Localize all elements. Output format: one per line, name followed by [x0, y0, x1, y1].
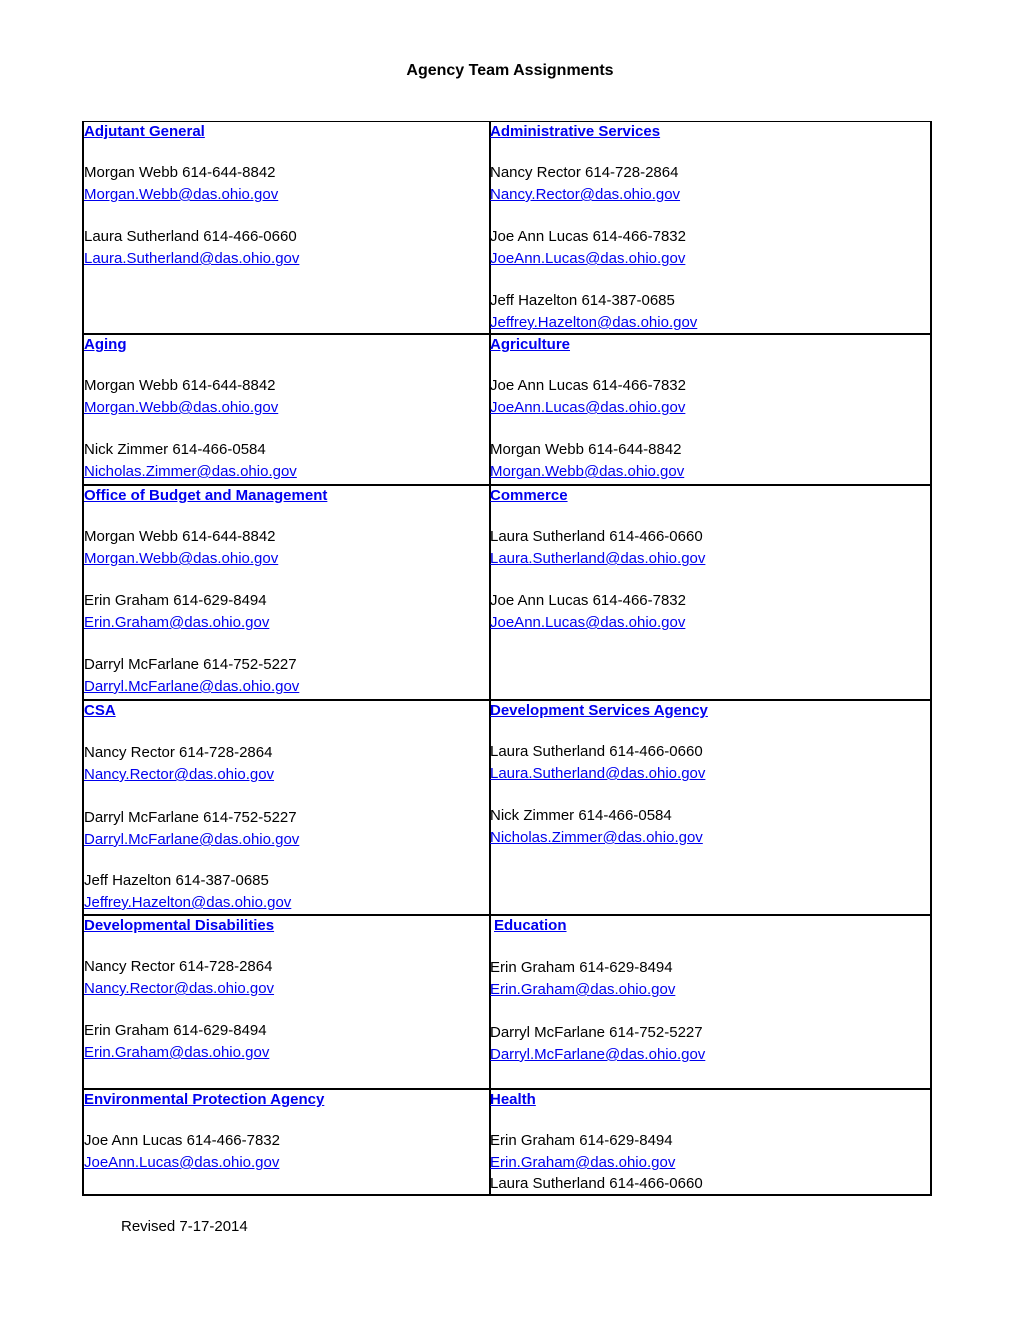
contact-name-phone: Nancy Rector 614-728-2864	[84, 744, 273, 761]
agency-link[interactable]: Development Services Agency	[490, 702, 708, 719]
contact-email-link[interactable]: Laura.Sutherland@das.ohio.gov	[490, 550, 705, 567]
agency-link[interactable]: Office of Budget and Management	[84, 487, 327, 504]
contact-name-phone: Joe Ann Lucas 614-466-7832	[490, 228, 686, 245]
agency-link[interactable]: Administrative Services	[490, 123, 660, 140]
contact-name-phone: Morgan Webb 614-644-8842	[84, 164, 276, 181]
contact-name-phone: Nancy Rector 614-728-2864	[84, 958, 273, 975]
revision-date: Revised 7-17-2014	[121, 1218, 248, 1235]
contact-email-link[interactable]: Darryl.McFarlane@das.ohio.gov	[490, 1046, 705, 1063]
contact-name-phone: Morgan Webb 614-644-8842	[84, 528, 276, 545]
agency-link[interactable]: Commerce	[490, 487, 568, 504]
agency-link[interactable]: Agriculture	[490, 336, 570, 353]
contact-name-phone: Erin Graham 614-629-8494	[84, 1022, 267, 1039]
agency-cell: Health Erin Graham 614-629-8494 Erin.Graha…	[490, 1090, 930, 1194]
agency-link[interactable]: Education	[494, 917, 567, 934]
contact-name-phone: Darryl McFarlane 614-752-5227	[84, 809, 297, 826]
agency-cell: Environmental Protection Agency Joe Ann L…	[84, 1090, 491, 1194]
contact-email-link[interactable]: JoeAnn.Lucas@das.ohio.gov	[84, 1154, 279, 1171]
contact-name-phone: Darryl McFarlane 614-752-5227	[490, 1024, 703, 1041]
contact-name-phone: Morgan Webb 614-644-8842	[84, 377, 276, 394]
contact-email-link[interactable]: Laura.Sutherland@das.ohio.gov	[490, 765, 705, 782]
contact-name-phone: Laura Sutherland 614-466-0660	[490, 743, 703, 760]
contact-email-link[interactable]: Nicholas.Zimmer@das.ohio.gov	[490, 829, 703, 846]
contact-email-link[interactable]: Erin.Graham@das.ohio.gov	[490, 1154, 675, 1171]
contact-name-phone: Laura Sutherland 614-466-0660	[490, 1175, 703, 1192]
contact-email-link[interactable]: JoeAnn.Lucas@das.ohio.gov	[490, 399, 685, 416]
contact-email-link[interactable]: Laura.Sutherland@das.ohio.gov	[84, 250, 299, 267]
contact-name-phone: Darryl McFarlane 614-752-5227	[84, 656, 297, 673]
contact-name-phone: Joe Ann Lucas 614-466-7832	[490, 592, 686, 609]
contact-email-link[interactable]: Erin.Graham@das.ohio.gov	[84, 1044, 269, 1061]
contact-name-phone: Jeff Hazelton 614-387-0685	[490, 292, 675, 309]
agency-link[interactable]: Environmental Protection Agency	[84, 1091, 324, 1108]
table-row: Adjutant General Morgan Webb 614-644-8842…	[82, 121, 932, 335]
contact-name-phone: Nick Zimmer 614-466-0584	[84, 441, 266, 458]
contact-name-phone: Jeff Hazelton 614-387-0685	[84, 872, 269, 889]
agency-cell: Adjutant General Morgan Webb 614-644-8842…	[84, 122, 491, 333]
contact-name-phone: Laura Sutherland 614-466-0660	[84, 228, 297, 245]
table-row: Developmental Disabilities Nancy Rector 6…	[82, 916, 932, 1090]
contact-name-phone: Erin Graham 614-629-8494	[490, 959, 673, 976]
contact-name-phone: Morgan Webb 614-644-8842	[490, 441, 682, 458]
contact-name-phone: Erin Graham 614-629-8494	[84, 592, 267, 609]
agency-cell: Education Erin Graham 614-629-8494 Erin.Gr…	[490, 916, 930, 1088]
contact-email-link[interactable]: JoeAnn.Lucas@das.ohio.gov	[490, 614, 685, 631]
contact-name-phone: Erin Graham 614-629-8494	[490, 1132, 673, 1149]
contact-email-link[interactable]: JoeAnn.Lucas@das.ohio.gov	[490, 250, 685, 267]
contact-email-link[interactable]: Morgan.Webb@das.ohio.gov	[84, 550, 278, 567]
agency-link[interactable]: Aging	[84, 336, 127, 353]
contact-email-link[interactable]: Darryl.McFarlane@das.ohio.gov	[84, 678, 299, 695]
contact-email-link[interactable]: Jeffrey.Hazelton@das.ohio.gov	[490, 314, 697, 331]
table-row: Office of Budget and Management Morgan We…	[82, 486, 932, 701]
agency-link[interactable]: CSA	[84, 702, 116, 719]
contact-email-link[interactable]: Morgan.Webb@das.ohio.gov	[84, 186, 278, 203]
agency-cell: Office of Budget and Management Morgan We…	[84, 486, 491, 699]
contact-email-link[interactable]: Darryl.McFarlane@das.ohio.gov	[84, 831, 299, 848]
assignments-table: Adjutant General Morgan Webb 614-644-8842…	[82, 121, 932, 1196]
contact-email-link[interactable]: Erin.Graham@das.ohio.gov	[84, 614, 269, 631]
contact-email-link[interactable]: Nicholas.Zimmer@das.ohio.gov	[84, 463, 297, 480]
agency-link[interactable]: Adjutant General	[84, 123, 205, 140]
contact-name-phone: Nancy Rector 614-728-2864	[490, 164, 679, 181]
table-row: Environmental Protection Agency Joe Ann L…	[82, 1090, 932, 1196]
contact-name-phone: Laura Sutherland 614-466-0660	[490, 528, 703, 545]
agency-cell: Commerce Laura Sutherland 614-466-0660 Lau…	[490, 486, 930, 699]
agency-cell: Development Services Agency Laura Sutherl…	[490, 701, 930, 914]
contact-email-link[interactable]: Nancy.Rector@das.ohio.gov	[84, 766, 274, 783]
page-title: Agency Team Assignments	[406, 62, 614, 79]
contact-name-phone: Nick Zimmer 614-466-0584	[490, 807, 672, 824]
table-row: Aging Morgan Webb 614-644-8842 Morgan.Webb…	[82, 335, 932, 486]
agency-link[interactable]: Health	[490, 1091, 536, 1108]
agency-cell: Aging Morgan Webb 614-644-8842 Morgan.Webb…	[84, 335, 491, 484]
contact-email-link[interactable]: Erin.Graham@das.ohio.gov	[490, 981, 675, 998]
table-row: CSA Nancy Rector 614-728-2864 Nancy.Rector…	[82, 701, 932, 916]
agency-cell: Agriculture Joe Ann Lucas 614-466-7832 Joe…	[490, 335, 930, 484]
contact-email-link[interactable]: Morgan.Webb@das.ohio.gov	[84, 399, 278, 416]
contact-email-link[interactable]: Jeffrey.Hazelton@das.ohio.gov	[84, 894, 291, 911]
contact-name-phone: Joe Ann Lucas 614-466-7832	[490, 377, 686, 394]
agency-cell: Developmental Disabilities Nancy Rector 6…	[84, 916, 491, 1088]
agency-link[interactable]: Developmental Disabilities	[84, 917, 274, 934]
contact-name-phone: Joe Ann Lucas 614-466-7832	[84, 1132, 280, 1149]
contact-email-link[interactable]: Nancy.Rector@das.ohio.gov	[490, 186, 680, 203]
contact-email-link[interactable]: Nancy.Rector@das.ohio.gov	[84, 980, 274, 997]
contact-email-link[interactable]: Morgan.Webb@das.ohio.gov	[490, 463, 684, 480]
agency-cell: Administrative Services Nancy Rector 614-…	[490, 122, 930, 333]
agency-cell: CSA Nancy Rector 614-728-2864 Nancy.Rector…	[84, 701, 491, 914]
